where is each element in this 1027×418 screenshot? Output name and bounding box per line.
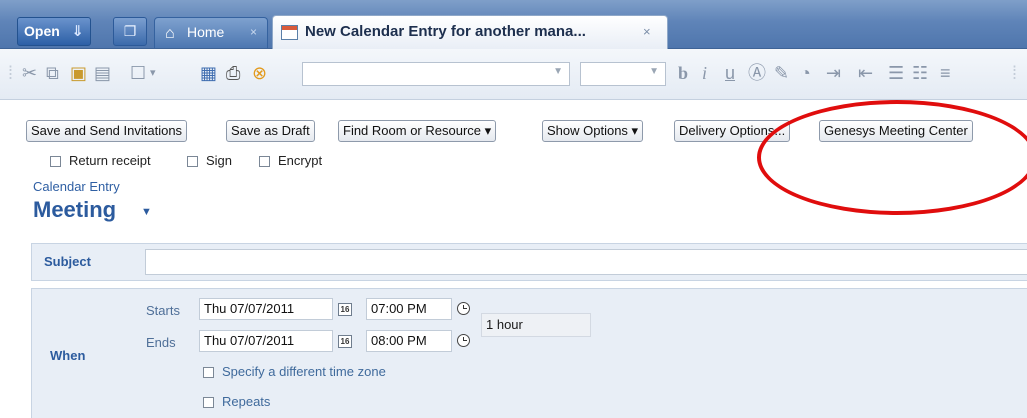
font-name-combo[interactable]: ▼ [302,62,570,86]
cancel-icon[interactable]: ⊗ [252,62,267,84]
calendar-icon[interactable]: 16 [338,303,352,316]
bold-icon[interactable]: b [678,62,688,84]
print-icon[interactable]: ⎙ [226,62,240,84]
open-button[interactable]: Open ⇓ [17,17,91,46]
ends-label: Ends [146,335,176,350]
close-icon[interactable]: × [643,16,651,48]
tab-bar: Open ⇓ ❐ ⌂ Home × New Calendar Entry for… [0,0,1027,49]
annotation-ellipse [757,100,1027,215]
window-switch-button[interactable]: ❐ [113,17,147,46]
when-label: When [50,348,86,363]
indent-icon[interactable]: ⇥ [826,62,841,84]
new-icon[interactable]: ☐ [130,62,146,84]
outdent-icon[interactable]: ⇤ [858,62,873,84]
start-date-field[interactable]: Thu 07/07/2011 [199,298,333,320]
numbered-list-icon[interactable]: ☷ [912,62,928,84]
sign-label: Sign [206,153,233,168]
calendar-icon[interactable]: 16 [338,335,352,348]
clock-icon[interactable] [457,302,470,315]
tab-entry-label: New Calendar Entry for another mana... [305,23,586,40]
italic-icon[interactable]: i [702,62,707,84]
formatting-toolbar: ⁞ ✂ ⧉ ▣ ▤ ☐ ▾ ▦ ⎙ ⊗ ▼ ▼ b i u Ⓐ ✎ ◔ ⇥ ⇤ … [0,49,1027,100]
download-arrow-icon: ⇓ [71,23,84,40]
starts-label: Starts [146,303,180,318]
underline-icon[interactable]: u [725,62,735,84]
return-receipt-label: Return receipt [69,153,151,168]
meeting-type-selector[interactable]: Meeting [33,197,116,223]
windows-icon: ❐ [123,23,137,39]
find-room-button[interactable]: Find Room or Resource ▾ [338,120,497,142]
close-icon[interactable]: × [250,18,257,47]
repeats-checkbox[interactable] [203,397,214,408]
shape-icon[interactable]: ◔ [800,62,811,84]
cut-icon[interactable]: ✂ [22,62,37,84]
toolbar-separator: ⁞ [1012,63,1018,83]
paste-special-icon[interactable]: ▤ [94,62,111,84]
chevron-down-icon: ▼ [649,66,659,77]
open-label: Open [24,23,60,39]
encrypt-checkbox[interactable] [259,156,270,167]
save-icon[interactable]: ▦ [200,62,217,84]
subject-row: Subject [31,243,1027,281]
return-receipt-checkbox[interactable] [50,156,61,167]
save-as-draft-button[interactable]: Save as Draft [226,120,315,142]
clock-icon[interactable] [457,334,470,347]
toolbar-grip: ⁞ [8,63,14,83]
show-options-button[interactable]: Show Options ▾ [542,120,644,142]
sign-checkbox[interactable] [187,156,198,167]
duration-display: 1 hour [481,313,591,337]
subject-input[interactable] [145,249,1027,275]
repeats-label: Repeats [222,394,271,409]
text-color-icon[interactable]: Ⓐ [748,62,766,84]
tab-home[interactable]: ⌂ Home × [154,17,268,48]
end-time-field[interactable]: 08:00 PM [366,330,452,352]
calendar-icon [281,25,298,40]
when-row: When [31,288,1027,418]
tab-home-label: Home [187,24,225,40]
encrypt-label: Encrypt [278,153,323,168]
save-and-send-button[interactable]: Save and Send Invitations [26,120,188,142]
copy-icon[interactable]: ⧉ [46,62,59,84]
align-icon[interactable]: ≡ [940,62,951,84]
paste-icon[interactable]: ▣ [70,62,87,84]
bullet-list-icon[interactable]: ☰ [888,62,904,84]
end-date-field[interactable]: Thu 07/07/2011 [199,330,333,352]
home-icon: ⌂ [165,25,175,42]
subject-label: Subject [44,254,91,269]
start-time-field[interactable]: 07:00 PM [366,298,452,320]
tab-new-calendar-entry[interactable]: New Calendar Entry for another mana... × [272,15,668,49]
entry-type-label: Calendar Entry [33,179,120,194]
chevron-down-icon: ▼ [553,66,563,77]
chevron-down-icon[interactable]: ▼ [141,206,152,218]
font-size-combo[interactable]: ▼ [580,62,666,86]
time-zone-checkbox[interactable] [203,367,214,378]
highlight-icon[interactable]: ✎ [774,62,789,84]
time-zone-label: Specify a different time zone [222,364,386,379]
new-dropdown-icon[interactable]: ▾ [150,62,156,84]
